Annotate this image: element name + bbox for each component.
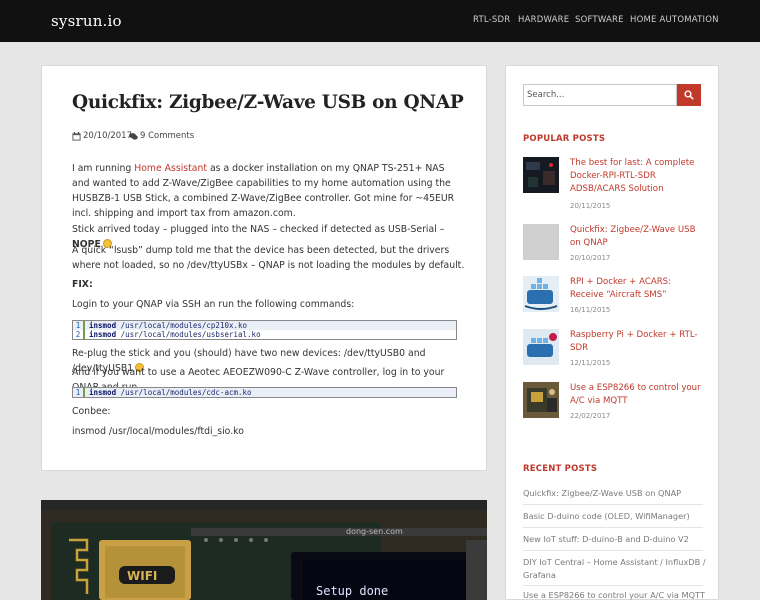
recent-post-link[interactable]: Use a ESP8266 to control your A/C via MQ…: [523, 589, 708, 600]
code-line: 2 insmod /usr/local/modules/usbserial.ko: [73, 330, 456, 339]
post-thumbnail[interactable]: [523, 329, 559, 365]
board-text: dong-sen.com: [346, 527, 403, 536]
esp8266-thumbnail: [523, 382, 559, 418]
sidebar: POPULAR POSTS The best for last: A compl…: [505, 65, 719, 600]
recent-post-link[interactable]: DIY IoT Central – Home Assistant / Influ…: [523, 556, 708, 581]
nav-item-hardware[interactable]: HARDWARE: [518, 15, 569, 25]
search-input[interactable]: [523, 84, 677, 106]
code-line: 1 insmod /usr/local/modules/cp210x.ko: [73, 321, 456, 330]
code-line: 1 insmod /usr/local/modules/cdc-acm.ko: [73, 388, 456, 397]
post-thumbnail-placeholder[interactable]: [523, 224, 559, 260]
popular-post-link[interactable]: Raspberry Pi + Docker + RTL-SDR: [570, 329, 705, 355]
nav-item-software[interactable]: SOFTWARE: [575, 15, 624, 25]
oled-screen-text: Setup done: [316, 584, 388, 598]
home-assistant-link[interactable]: Home Assistant: [134, 163, 207, 174]
post-paragraph-3: A quick “lsusb” dump told me that the de…: [72, 245, 465, 271]
top-navbar: sysrun.io RTL-SDR HARDWARE SOFTWARE HOME…: [0, 0, 760, 42]
recent-post-link[interactable]: New IoT stuff: D-duino-B and D-duino V2: [523, 533, 708, 546]
divider: [523, 585, 703, 586]
recent-post-link[interactable]: Basic D-duino code (OLED, WifiManager): [523, 510, 708, 523]
fix-label: FIX:: [72, 279, 93, 290]
popular-post-item[interactable]: RPI + Docker + ACARS: Receive “Aircraft …: [523, 276, 708, 320]
search-button[interactable]: [677, 84, 701, 106]
post-card: Quickfix: Zigbee/Z-Wave USB on QNAP 20/1…: [41, 65, 487, 471]
post-paragraph-4: Login to your QNAP via SSH an run the fo…: [72, 299, 355, 310]
divider: [523, 504, 703, 505]
code-block-1[interactable]: 1 insmod /usr/local/modules/cp210x.ko 2 in…: [72, 320, 457, 340]
popular-post-date: 22/02/2017: [570, 412, 611, 420]
post-title[interactable]: Quickfix: Zigbee/Z-Wave USB on QNAP: [72, 92, 464, 113]
post-thumbnail[interactable]: [523, 276, 559, 312]
popular-posts-title: POPULAR POSTS: [523, 134, 606, 144]
popular-post-date: 20/11/2015: [570, 202, 611, 210]
popular-post-date: 12/11/2015: [570, 359, 611, 367]
post-date-text: 20/10/2017: [83, 131, 132, 141]
post-paragraph-7: Conbee:: [72, 406, 111, 417]
divider: [523, 527, 703, 528]
popular-post-link[interactable]: RPI + Docker + ACARS: Receive “Aircraft …: [570, 276, 705, 302]
nav-item-rtl-sdr[interactable]: RTL-SDR: [473, 15, 510, 25]
popular-post-link[interactable]: Use a ESP8266 to control your A/C via MQ…: [570, 382, 705, 408]
post-paragraph-8: insmod /usr/local/modules/ftdi_sio.ko: [72, 426, 244, 437]
post-thumbnail[interactable]: [523, 382, 559, 418]
calendar-icon: [72, 131, 81, 141]
popular-post-item[interactable]: Quickfix: Zigbee/Z-Wave USB on QNAP 20/1…: [523, 224, 708, 268]
popular-post-item[interactable]: Use a ESP8266 to control your A/C via MQ…: [523, 382, 708, 426]
divider: [523, 550, 703, 551]
post-paragraph-1: I am running Home Assistant as a docker …: [72, 163, 455, 219]
popular-post-link[interactable]: The best for last: A complete Docker-RPI…: [570, 157, 705, 196]
d-duino-board-photo: dong-sen.com WIFI Setup done: [41, 500, 487, 600]
site-brand[interactable]: sysrun.io: [51, 12, 122, 30]
raspberry-docker-thumbnail: [523, 329, 559, 365]
post-thumbnail[interactable]: [523, 157, 559, 193]
popular-post-item[interactable]: Raspberry Pi + Docker + RTL-SDR 12/11/20…: [523, 329, 708, 373]
recent-post-link[interactable]: Quickfix: Zigbee/Z-Wave USB on QNAP: [523, 487, 708, 500]
code-block-2[interactable]: 1 insmod /usr/local/modules/cdc-acm.ko: [72, 387, 457, 398]
search-icon: [684, 90, 694, 100]
nav-item-home-automation[interactable]: HOME AUTOMATION: [630, 15, 719, 25]
post-comments[interactable]: 9 Comments: [129, 131, 194, 141]
popular-post-link[interactable]: Quickfix: Zigbee/Z-Wave USB on QNAP: [570, 224, 705, 250]
popular-post-item[interactable]: The best for last: A complete Docker-RPI…: [523, 157, 708, 210]
post-date: 20/10/2017: [72, 131, 132, 141]
comments-icon: [129, 132, 138, 140]
docker-acars-thumbnail: [523, 276, 559, 312]
recent-posts-title: RECENT POSTS: [523, 464, 598, 474]
post-comments-text[interactable]: 9 Comments: [140, 131, 194, 141]
popular-post-date: 16/11/2015: [570, 306, 611, 314]
rtl-sdr-thumbnail: [523, 157, 559, 193]
popular-post-date: 20/10/2017: [570, 254, 611, 262]
post-featured-image[interactable]: dong-sen.com WIFI Setup done: [41, 500, 487, 600]
wifi-chip-text: WIFI: [127, 569, 157, 583]
